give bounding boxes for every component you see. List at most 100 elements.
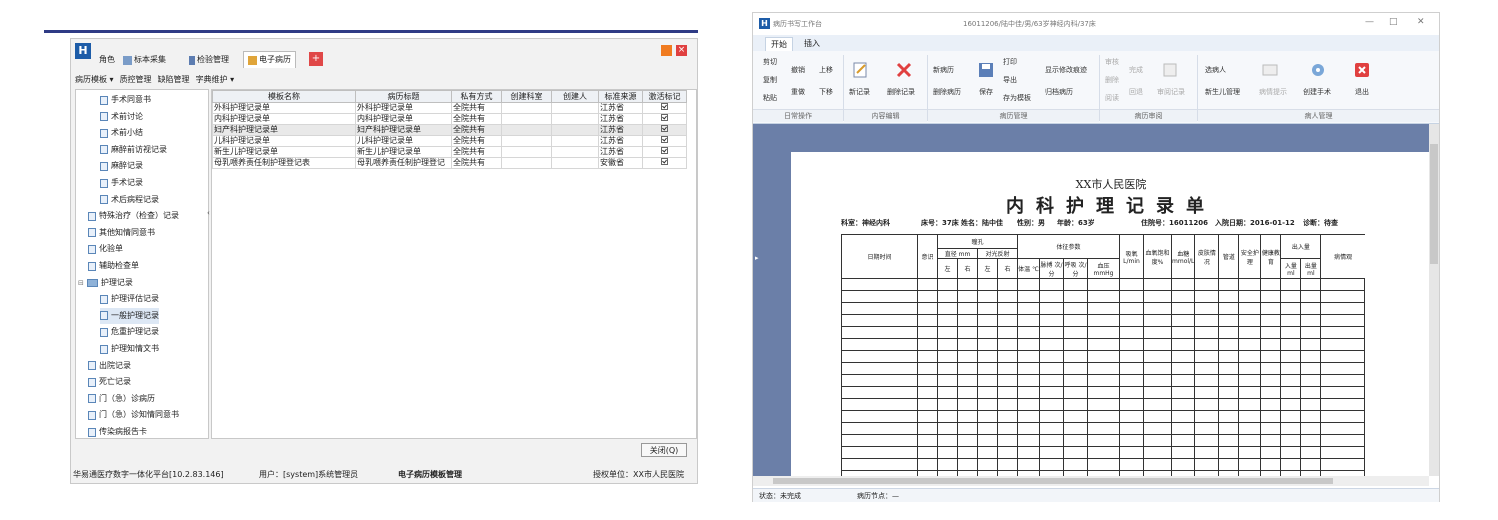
record-cell[interactable] bbox=[997, 314, 1018, 327]
print-button[interactable]: 打印 bbox=[1003, 57, 1017, 67]
record-cell[interactable] bbox=[957, 278, 978, 291]
record-cell[interactable] bbox=[1087, 446, 1120, 459]
record-cell[interactable] bbox=[1260, 326, 1282, 339]
record-cell[interactable] bbox=[1143, 290, 1172, 303]
tab-lab[interactable]: 检验管理 bbox=[189, 53, 229, 67]
save-button[interactable]: 保存 bbox=[979, 87, 993, 97]
record-row[interactable] bbox=[841, 434, 1366, 447]
record-cell[interactable] bbox=[997, 338, 1018, 351]
template-tree[interactable]: 手术同意书 术前讨论 术前小结 麻醉前访视记录 麻醉记录 手术记录 术后病程记录 特殊治疗（检… bbox=[75, 89, 209, 439]
record-cell[interactable] bbox=[1194, 422, 1220, 435]
tree-item[interactable]: 死亡记录 bbox=[88, 374, 131, 390]
record-row[interactable] bbox=[841, 290, 1366, 303]
record-row[interactable] bbox=[841, 302, 1366, 315]
record-cell[interactable] bbox=[1320, 290, 1366, 303]
delete-record-button[interactable]: 删除记录 bbox=[887, 87, 915, 97]
record-cell[interactable] bbox=[1017, 314, 1040, 327]
record-cell[interactable] bbox=[1063, 314, 1088, 327]
menu-dictionary[interactable]: 字典维护 ▾ bbox=[196, 74, 235, 85]
record-cell[interactable] bbox=[1320, 398, 1366, 411]
record-cell[interactable] bbox=[1119, 458, 1144, 471]
record-cell[interactable] bbox=[1017, 290, 1040, 303]
record-cell[interactable] bbox=[1280, 326, 1302, 339]
record-cell[interactable] bbox=[957, 422, 978, 435]
record-cell[interactable] bbox=[1063, 278, 1088, 291]
record-cell[interactable] bbox=[1039, 446, 1064, 459]
record-cell[interactable] bbox=[1218, 338, 1240, 351]
table-row[interactable]: 新生儿护理记录单 新生儿护理记录单 全院共有 江苏省 bbox=[212, 146, 687, 158]
record-cell[interactable] bbox=[1280, 278, 1302, 291]
column-header[interactable]: 模板名称 bbox=[212, 90, 356, 103]
record-cell[interactable] bbox=[1063, 338, 1088, 351]
record-cell[interactable] bbox=[917, 278, 938, 291]
minimize-button[interactable] bbox=[661, 45, 672, 56]
record-cell[interactable] bbox=[977, 446, 998, 459]
record-cell[interactable] bbox=[1063, 398, 1088, 411]
record-cell[interactable] bbox=[917, 422, 938, 435]
record-cell[interactable] bbox=[1170, 314, 1196, 327]
record-cell[interactable] bbox=[1119, 362, 1144, 375]
record-cell[interactable] bbox=[1143, 410, 1172, 423]
record-cell[interactable] bbox=[1119, 434, 1144, 447]
record-row[interactable] bbox=[841, 278, 1366, 291]
record-cell[interactable] bbox=[1238, 386, 1262, 399]
record-cell[interactable] bbox=[957, 410, 978, 423]
record-cell[interactable] bbox=[1170, 290, 1196, 303]
record-cell[interactable] bbox=[1300, 278, 1322, 291]
record-cell[interactable] bbox=[1119, 386, 1144, 399]
record-cell[interactable] bbox=[1143, 434, 1172, 447]
record-cell[interactable] bbox=[1238, 326, 1262, 339]
record-cell[interactable] bbox=[1320, 434, 1366, 447]
record-cell[interactable] bbox=[1143, 326, 1172, 339]
record-cell[interactable] bbox=[1320, 422, 1366, 435]
record-cell[interactable] bbox=[1320, 350, 1366, 363]
record-cell[interactable] bbox=[997, 302, 1018, 315]
record-cell[interactable] bbox=[1320, 446, 1366, 459]
record-cell[interactable] bbox=[937, 314, 958, 327]
record-cell[interactable] bbox=[1238, 374, 1262, 387]
close-button[interactable]: 关闭(Q) bbox=[641, 443, 687, 457]
maximize-button[interactable]: □ bbox=[1389, 17, 1398, 27]
record-cell[interactable] bbox=[1119, 302, 1144, 315]
tree-item[interactable]: 麻醉记录 bbox=[100, 158, 143, 174]
active-checkbox[interactable] bbox=[661, 158, 668, 165]
record-cell[interactable] bbox=[1218, 446, 1240, 459]
tree-item[interactable]: ⊟ 护理记录 bbox=[78, 275, 133, 291]
scroll-thumb[interactable] bbox=[1430, 144, 1438, 264]
archive-button[interactable]: 归档病历 bbox=[1045, 87, 1073, 97]
record-cell[interactable] bbox=[1119, 374, 1144, 387]
record-cell[interactable] bbox=[1280, 350, 1302, 363]
move-down-button[interactable]: 下移 bbox=[819, 87, 833, 97]
record-cell[interactable] bbox=[957, 362, 978, 375]
record-cell[interactable] bbox=[1063, 302, 1088, 315]
record-cell[interactable] bbox=[1194, 374, 1220, 387]
record-cell[interactable] bbox=[1238, 422, 1262, 435]
record-cell[interactable] bbox=[1063, 386, 1088, 399]
add-tab-button[interactable]: + bbox=[309, 52, 323, 66]
record-cell[interactable] bbox=[1170, 278, 1196, 291]
record-cell[interactable] bbox=[977, 434, 998, 447]
record-cell[interactable] bbox=[937, 374, 958, 387]
record-cell[interactable] bbox=[1063, 422, 1088, 435]
nursing-record-sheet[interactable]: XX市人民医院 内科护理记录单 科室：神经内科 床号：37床 姓名：陆中佳 性别… bbox=[791, 152, 1431, 476]
tree-item[interactable]: 护理知情文书 bbox=[100, 341, 159, 357]
record-cell[interactable] bbox=[997, 446, 1018, 459]
record-cell[interactable] bbox=[1039, 290, 1064, 303]
table-cell[interactable] bbox=[642, 102, 687, 114]
vertical-scrollbar[interactable] bbox=[1429, 124, 1439, 476]
record-cell[interactable] bbox=[917, 338, 938, 351]
record-cell[interactable] bbox=[1119, 278, 1144, 291]
record-cell[interactable] bbox=[1218, 290, 1240, 303]
record-cell[interactable] bbox=[1218, 410, 1240, 423]
column-header[interactable]: 私有方式 bbox=[451, 90, 502, 103]
record-cell[interactable] bbox=[1320, 278, 1366, 291]
record-cell[interactable] bbox=[1238, 362, 1262, 375]
record-cell[interactable] bbox=[1300, 434, 1322, 447]
tree-item[interactable]: 门（急）诊病历 bbox=[88, 391, 155, 407]
tab-insert[interactable]: 插入 bbox=[799, 37, 825, 51]
record-cell[interactable] bbox=[1238, 278, 1262, 291]
record-cell[interactable] bbox=[917, 350, 938, 363]
record-cell[interactable] bbox=[917, 314, 938, 327]
table-row[interactable]: 儿科护理记录单 儿科护理记录单 全院共有 江苏省 bbox=[212, 135, 687, 147]
record-cell[interactable] bbox=[957, 302, 978, 315]
